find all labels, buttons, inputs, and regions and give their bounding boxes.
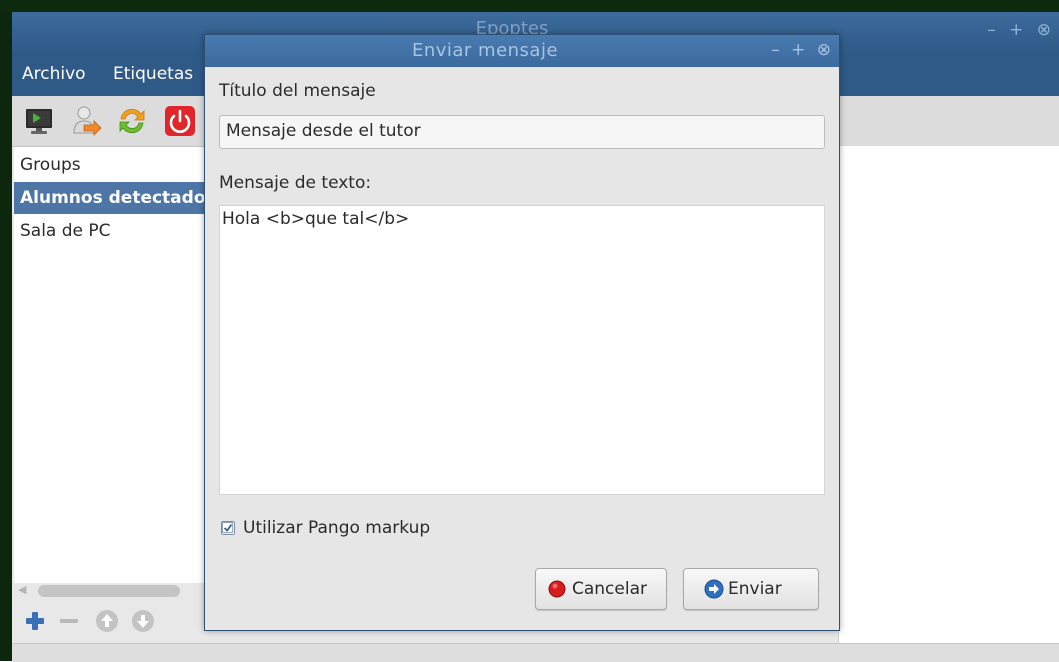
main-window-controls[interactable]: – + ⊗	[987, 20, 1055, 40]
group-buttons	[14, 602, 214, 642]
close-icon[interactable]: ⊗	[1037, 20, 1055, 40]
pango-markup-checkbox[interactable]	[221, 521, 235, 535]
minimize-icon[interactable]: –	[987, 20, 1000, 40]
cancel-button-label: Cancelar	[572, 579, 647, 599]
message-title-input[interactable]: Mensaje desde el tutor	[219, 115, 825, 149]
scroll-left-icon[interactable]: ◀	[18, 583, 26, 596]
groups-list: Groups Alumnos detectados Sala de PC	[14, 147, 215, 583]
menu-archivo[interactable]: Archivo	[22, 64, 86, 84]
group-item-sala-de-pc[interactable]: Sala de PC	[14, 215, 214, 247]
desktop-background	[0, 0, 1059, 12]
scrollbar-thumb[interactable]	[38, 585, 180, 597]
message-label: Mensaje de texto:	[219, 173, 372, 193]
dialog-window-controls[interactable]: – + ⊗	[765, 40, 831, 60]
group-item-alumnos-detectados[interactable]: Alumnos detectados	[14, 182, 214, 214]
clients-view[interactable]	[838, 146, 1059, 643]
send-arrow-icon	[704, 579, 724, 599]
move-up-icon[interactable]	[94, 608, 120, 634]
remove-icon[interactable]	[56, 608, 82, 634]
menu-etiquetas[interactable]: Etiquetas	[113, 64, 193, 84]
send-message-dialog: Enviar mensaje – + ⊗ Título del mensaje …	[204, 34, 840, 631]
title-label: Título del mensaje	[219, 81, 376, 101]
refresh-icon[interactable]	[116, 105, 148, 137]
monitor-icon[interactable]	[24, 105, 56, 137]
add-icon[interactable]	[22, 608, 48, 634]
desktop-background-left	[0, 12, 12, 661]
power-icon[interactable]	[164, 105, 196, 137]
dialog-close-icon[interactable]: ⊗	[817, 40, 831, 60]
user-arrow-icon[interactable]	[70, 105, 102, 137]
cancel-button[interactable]: Cancelar	[535, 568, 667, 610]
dialog-titlebar[interactable]: Enviar mensaje – + ⊗	[205, 35, 839, 67]
send-button[interactable]: Enviar	[683, 568, 819, 610]
group-header[interactable]: Groups	[14, 149, 214, 181]
dialog-maximize-icon[interactable]: +	[791, 40, 805, 60]
pango-markup-label[interactable]: Utilizar Pango markup	[243, 518, 430, 538]
cancel-icon	[548, 580, 566, 598]
message-text-area[interactable]: Hola <b>que tal</b>	[219, 205, 825, 495]
dialog-minimize-icon[interactable]: –	[771, 40, 780, 60]
dialog-title: Enviar mensaje	[411, 40, 559, 61]
maximize-icon[interactable]: +	[1009, 20, 1027, 40]
statusbar	[12, 643, 1059, 662]
send-button-label: Enviar	[728, 579, 782, 599]
horizontal-scrollbar[interactable]: ◀	[14, 583, 214, 601]
move-down-icon[interactable]	[130, 608, 156, 634]
